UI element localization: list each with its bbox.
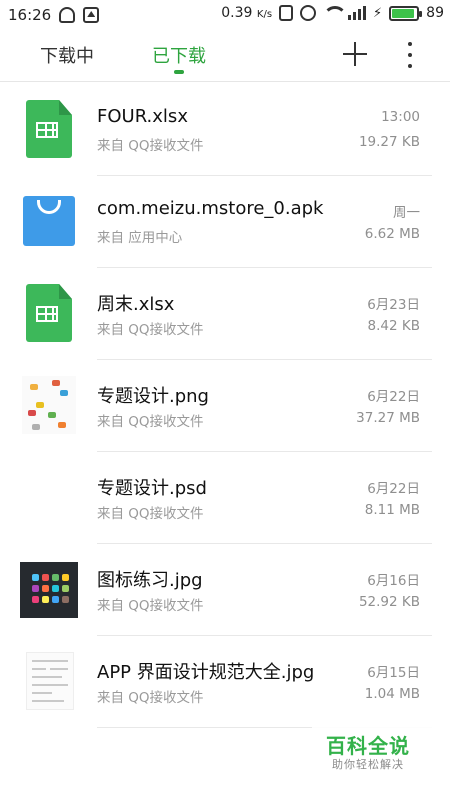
status-bar-right: 0.39 K/s ⚡ 89	[221, 5, 444, 21]
file-date: 6月23日	[367, 297, 420, 313]
more-options-icon[interactable]	[404, 42, 416, 68]
file-size: 1.04 MB	[364, 686, 420, 702]
downloaded-file-list: FOUR.xlsx 来自 QQ接收文件 13:00 19.27 KB com.m…	[0, 84, 450, 728]
file-name: com.meizu.mstore_0.apk	[97, 198, 324, 219]
file-row[interactable]: com.meizu.mstore_0.apk 来自 应用中心 周一 6.62 M…	[0, 176, 450, 268]
file-date: 6月22日	[367, 389, 420, 405]
wifi-icon	[323, 6, 341, 20]
active-tab-indicator	[174, 70, 184, 74]
status-time: 16:26	[8, 6, 52, 24]
file-date: 6月22日	[367, 481, 420, 497]
qq-notification-icon	[59, 7, 76, 23]
watermark-subtitle: 助你轻松解决	[332, 758, 404, 771]
file-name: 周末.xlsx	[97, 294, 175, 315]
file-size: 52.92 KB	[358, 594, 420, 610]
network-speed: 0.39 K/s	[221, 5, 272, 21]
signal-icon	[348, 6, 367, 20]
file-size: 37.27 MB	[356, 410, 420, 426]
battery-fill	[392, 8, 414, 18]
vibrate-icon	[279, 5, 294, 21]
file-row[interactable]: FOUR.xlsx 来自 QQ接收文件 13:00 19.27 KB	[0, 84, 450, 176]
add-icon[interactable]	[343, 42, 367, 66]
file-source: 来自 QQ接收文件	[97, 598, 204, 614]
file-size: 8.11 MB	[364, 502, 420, 518]
apk-shopping-bag-icon	[22, 192, 76, 250]
file-row[interactable]: 专题设计.png 来自 QQ接收文件 6月22日 37.27 MB	[0, 360, 450, 452]
file-date: 6月16日	[367, 573, 420, 589]
file-date: 6月15日	[367, 665, 420, 681]
file-source: 来自 QQ接收文件	[97, 138, 204, 154]
file-source: 来自 QQ接收文件	[97, 690, 204, 706]
charging-icon: ⚡	[373, 5, 383, 21]
xlsx-file-icon	[22, 284, 76, 342]
png-thumbnail	[22, 376, 76, 434]
network-speed-unit: K/s	[256, 9, 273, 20]
file-name: 专题设计.psd	[97, 478, 207, 499]
file-name: 图标练习.jpg	[97, 570, 203, 591]
watermark-logo: 百科全说 助你轻松解决	[312, 722, 438, 780]
file-date: 周一	[393, 205, 420, 221]
xlsx-file-icon	[22, 100, 76, 158]
file-source: 来自 QQ接收文件	[97, 414, 204, 430]
file-row[interactable]: 周末.xlsx 来自 QQ接收文件 6月23日 8.42 KB	[0, 268, 450, 360]
file-name: FOUR.xlsx	[97, 106, 188, 127]
file-row[interactable]: 专题设计.psd 来自 QQ接收文件 6月22日 8.11 MB	[0, 452, 450, 544]
battery-level: 89	[426, 5, 444, 21]
file-name: 专题设计.png	[97, 386, 209, 407]
file-source: 来自 QQ接收文件	[97, 506, 204, 522]
file-row[interactable]: 图标练习.jpg 来自 QQ接收文件 6月16日 52.92 KB	[0, 544, 450, 636]
file-date: 13:00	[381, 109, 420, 125]
tab-downloading[interactable]: 下载中	[40, 42, 94, 68]
file-size: 6.62 MB	[364, 226, 420, 242]
network-speed-value: 0.39	[221, 5, 253, 21]
file-source: 来自 QQ接收文件	[97, 322, 204, 338]
jpg-icon-grid-thumbnail	[20, 560, 78, 618]
file-size: 19.27 KB	[358, 134, 420, 150]
watermark-title: 百科全说	[326, 734, 410, 758]
file-name: APP 界面设计规范大全.jpg	[97, 662, 315, 683]
status-bar: 16:26 0.39 K/s ⚡ 89	[0, 0, 450, 30]
file-source: 来自 应用中心	[97, 230, 183, 246]
tab-header: 下载中 已下载	[0, 30, 450, 82]
tab-downloaded[interactable]: 已下载	[152, 42, 206, 68]
psd-blank-thumbnail	[22, 468, 76, 526]
image-notification-icon	[83, 7, 100, 23]
file-row[interactable]: APP 界面设计规范大全.jpg 来自 QQ接收文件 6月15日 1.04 MB	[0, 636, 450, 728]
alarm-icon	[300, 5, 317, 21]
jpg-document-thumbnail	[22, 652, 76, 710]
file-size: 8.42 KB	[367, 318, 420, 334]
status-bar-left: 16:26	[8, 6, 100, 24]
battery-icon	[389, 5, 423, 21]
